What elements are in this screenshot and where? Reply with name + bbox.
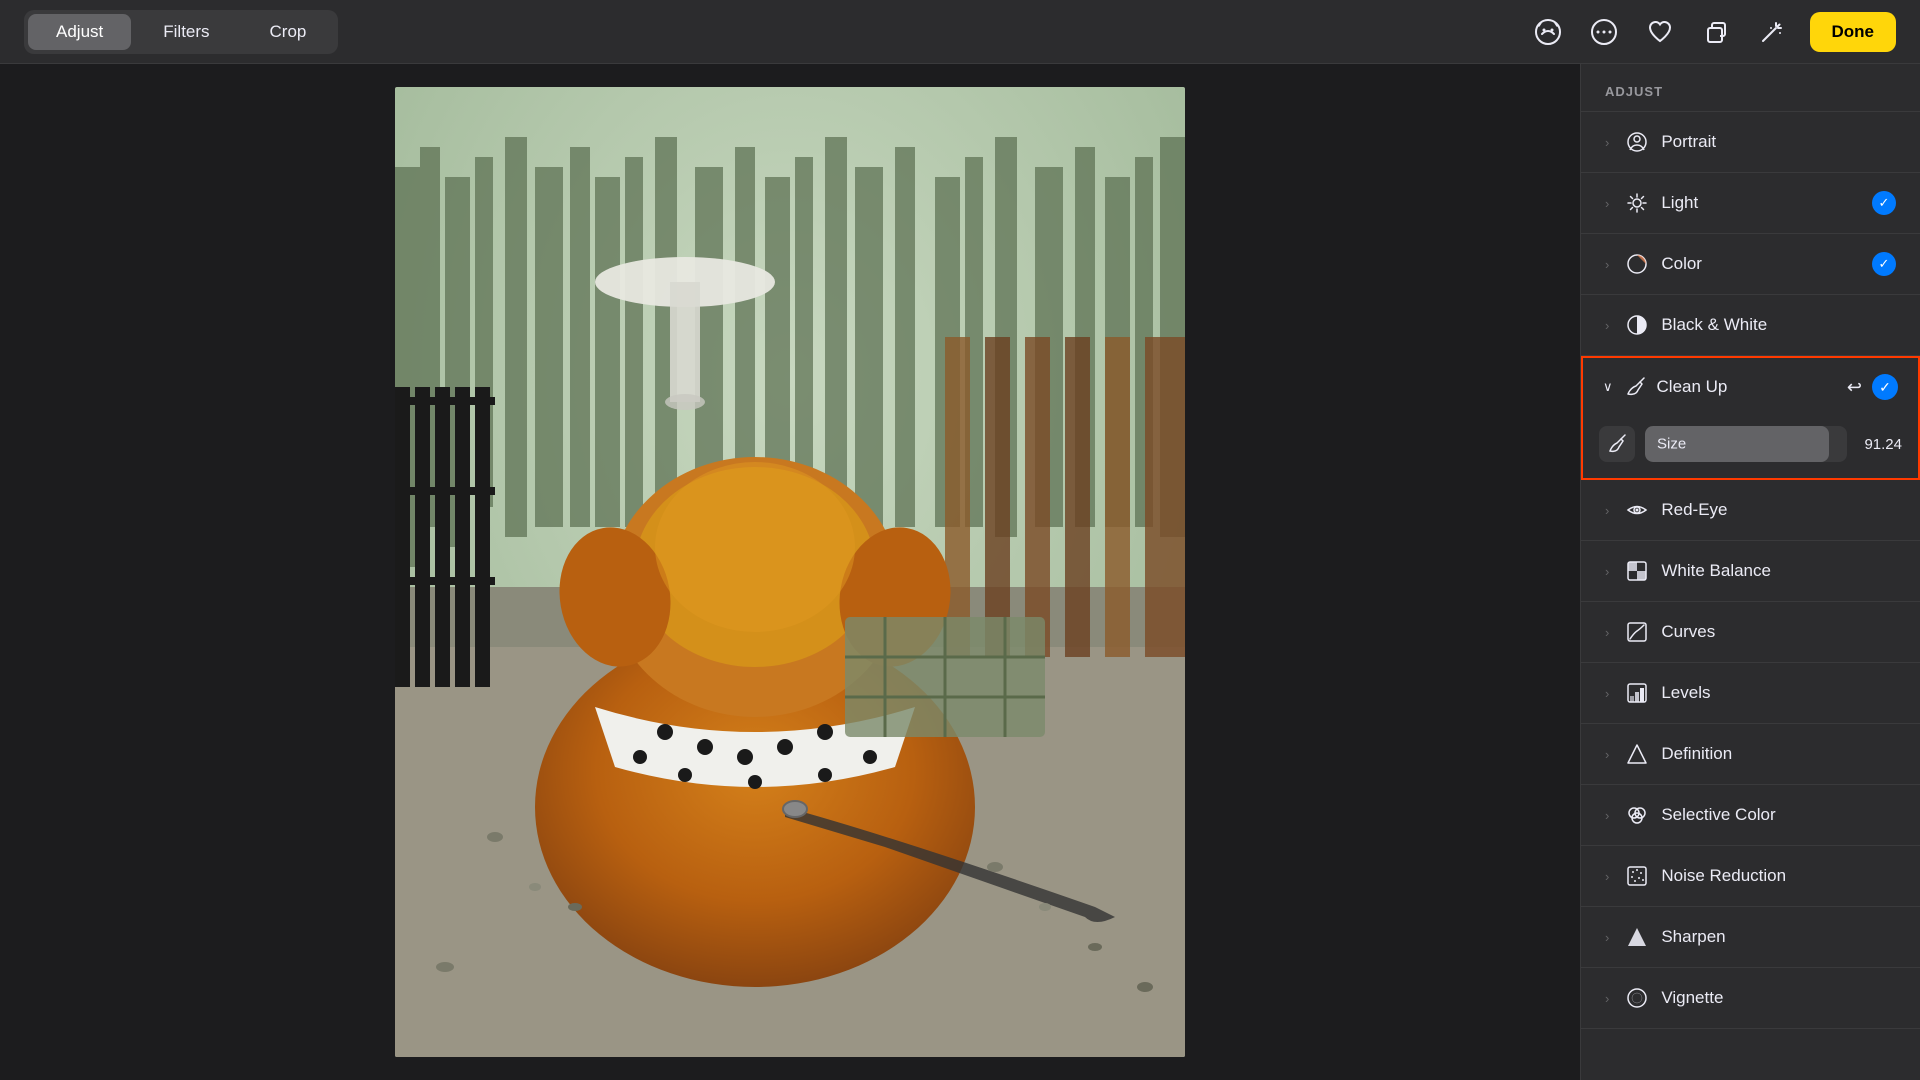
done-button[interactable]: Done <box>1810 12 1897 52</box>
chevron-icon: › <box>1605 930 1609 945</box>
chevron-icon: › <box>1605 686 1609 701</box>
pet-icon[interactable] <box>1530 14 1566 50</box>
heart-icon[interactable] <box>1642 14 1678 50</box>
color-label: Color <box>1661 254 1860 274</box>
definition-label: Definition <box>1661 744 1896 764</box>
selectivecolor-label: Selective Color <box>1661 805 1896 825</box>
photo-area <box>0 64 1580 1080</box>
definition-icon <box>1625 742 1649 766</box>
size-label: Size <box>1657 436 1686 453</box>
adjust-item-bw[interactable]: › Black & White <box>1581 295 1920 356</box>
levels-label: Levels <box>1661 683 1896 703</box>
toolbar: Adjust Filters Crop <box>0 0 1920 64</box>
size-row: Size 91.24 <box>1583 416 1918 478</box>
adjust-item-whitebalance[interactable]: › White Balance <box>1581 541 1920 602</box>
redeye-label: Red-Eye <box>1661 500 1896 520</box>
portrait-icon <box>1625 130 1649 154</box>
curves-icon <box>1625 620 1649 644</box>
bw-icon <box>1625 313 1649 337</box>
chevron-icon: › <box>1605 135 1609 150</box>
size-value: 91.24 <box>1857 436 1902 453</box>
adjust-list: › Portrait › <box>1581 112 1920 1080</box>
adjust-item-sharpen[interactable]: › Sharpen <box>1581 907 1920 968</box>
curves-label: Curves <box>1661 622 1896 642</box>
cleanup-header[interactable]: ∨ Clean Up ↩ ✓ <box>1583 358 1918 416</box>
cleanup-actions: ↩ ✓ <box>1847 374 1898 400</box>
toolbar-right: Done <box>1530 12 1897 52</box>
bw-label: Black & White <box>1661 315 1896 335</box>
sharpen-icon <box>1625 925 1649 949</box>
chevron-icon: › <box>1605 747 1609 762</box>
light-label: Light <box>1661 193 1860 213</box>
adjust-item-levels[interactable]: › Levels <box>1581 663 1920 724</box>
chevron-icon: › <box>1605 991 1609 1006</box>
cleanup-label: Clean Up <box>1657 377 1837 397</box>
color-checkmark: ✓ <box>1872 252 1896 276</box>
adjust-item-noisereduction[interactable]: › Noise Reduction <box>1581 846 1920 907</box>
chevron-icon: › <box>1605 625 1609 640</box>
red-eye-icon <box>1625 498 1649 522</box>
levels-icon <box>1625 681 1649 705</box>
chevron-icon: › <box>1605 869 1609 884</box>
cleanup-checkmark: ✓ <box>1872 374 1898 400</box>
cleanup-brush-icon <box>1623 375 1647 399</box>
tab-filters[interactable]: Filters <box>135 14 237 50</box>
adjust-item-vignette[interactable]: › Vignette <box>1581 968 1920 1029</box>
adjust-item-curves[interactable]: › Curves <box>1581 602 1920 663</box>
portrait-label: Portrait <box>1661 132 1896 152</box>
size-slider[interactable]: Size <box>1645 426 1847 462</box>
adjust-item-portrait[interactable]: › Portrait <box>1581 112 1920 173</box>
size-brush-icon[interactable] <box>1599 426 1635 462</box>
more-icon[interactable] <box>1586 14 1622 50</box>
light-checkmark: ✓ <box>1872 191 1896 215</box>
adjust-header: ADJUST <box>1581 64 1920 112</box>
chevron-icon: › <box>1605 564 1609 579</box>
right-panel: ADJUST › Portrait › <box>1580 64 1920 1080</box>
cleanup-chevron-icon: ∨ <box>1603 379 1613 395</box>
vignette-icon <box>1625 986 1649 1010</box>
adjust-item-definition[interactable]: › Definition <box>1581 724 1920 785</box>
noisereduction-label: Noise Reduction <box>1661 866 1896 886</box>
main-content: ADJUST › Portrait › <box>0 64 1920 1080</box>
size-slider-track: Size <box>1645 426 1847 462</box>
duplicate-icon[interactable] <box>1698 14 1734 50</box>
tab-group: Adjust Filters Crop <box>24 10 338 54</box>
adjust-item-color[interactable]: › Color ✓ <box>1581 234 1920 295</box>
adjust-item-selectivecolor[interactable]: › Selective Color <box>1581 785 1920 846</box>
magic-wand-icon[interactable] <box>1754 14 1790 50</box>
noise-reduction-icon <box>1625 864 1649 888</box>
selective-color-icon <box>1625 803 1649 827</box>
chevron-icon: › <box>1605 808 1609 823</box>
photo-canvas <box>395 87 1185 1057</box>
white-balance-icon <box>1625 559 1649 583</box>
cleanup-section: ∨ Clean Up ↩ ✓ <box>1581 356 1920 480</box>
chevron-icon: › <box>1605 503 1609 518</box>
adjust-item-redeye[interactable]: › Red-Eye <box>1581 480 1920 541</box>
sharpen-label: Sharpen <box>1661 927 1896 947</box>
chevron-icon: › <box>1605 318 1609 333</box>
light-icon <box>1625 191 1649 215</box>
chevron-icon: › <box>1605 257 1609 272</box>
chevron-icon: › <box>1605 196 1609 211</box>
tab-crop[interactable]: Crop <box>242 14 335 50</box>
adjust-item-light[interactable]: › Light ✓ <box>1581 173 1920 234</box>
undo-icon[interactable]: ↩ <box>1847 377 1862 398</box>
color-icon <box>1625 252 1649 276</box>
tab-adjust[interactable]: Adjust <box>28 14 131 50</box>
vignette-label: Vignette <box>1661 988 1896 1008</box>
whitebalance-label: White Balance <box>1661 561 1896 581</box>
